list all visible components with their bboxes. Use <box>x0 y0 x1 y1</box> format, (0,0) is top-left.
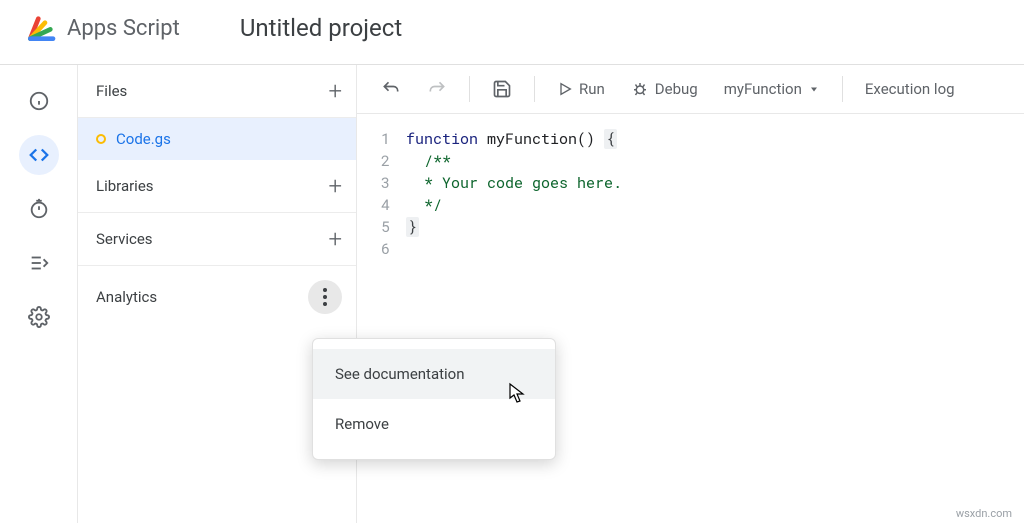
executions-nav-button[interactable] <box>19 243 59 283</box>
project-title[interactable]: Untitled project <box>240 14 402 42</box>
debug-button[interactable]: Debug <box>621 74 708 104</box>
undo-button[interactable] <box>371 73 411 105</box>
add-file-button[interactable]: + <box>328 79 342 103</box>
libraries-label: Libraries <box>96 177 154 195</box>
toolbar-separator <box>842 76 843 102</box>
files-section-header: Files + <box>78 65 356 118</box>
left-nav <box>0 65 78 523</box>
comment: /** <box>406 150 622 172</box>
libraries-section-header: Libraries + <box>78 160 356 213</box>
service-more-button[interactable] <box>308 280 342 314</box>
menu-item-remove[interactable]: Remove <box>313 399 555 449</box>
execution-log-label: Execution log <box>865 80 955 98</box>
execution-log-button[interactable]: Execution log <box>855 74 965 104</box>
run-label: Run <box>579 80 605 98</box>
service-item-analytics[interactable]: Analytics <box>78 266 356 328</box>
brace: { <box>604 129 617 149</box>
code-editor[interactable]: 1 2 3 4 5 6 function myFunction() { /** … <box>357 114 1024 260</box>
service-label: Analytics <box>96 288 157 306</box>
redo-button[interactable] <box>417 73 457 105</box>
toolbar-separator <box>534 76 535 102</box>
function-name: myFunction <box>724 80 802 98</box>
app-header: Apps Script Untitled project <box>0 0 1024 65</box>
unsaved-indicator-icon <box>96 134 106 144</box>
add-service-button[interactable]: + <box>328 227 342 251</box>
file-name: Code.gs <box>116 130 171 148</box>
brace: } <box>406 217 419 237</box>
watermark: wsxdn.com <box>956 507 1012 520</box>
save-button[interactable] <box>482 73 522 105</box>
toolbar-separator <box>469 76 470 102</box>
comment: */ <box>406 194 622 216</box>
run-button[interactable]: Run <box>547 74 615 104</box>
gutter: 1 2 3 4 5 6 <box>357 128 406 260</box>
services-label: Services <box>96 230 153 248</box>
add-library-button[interactable]: + <box>328 174 342 198</box>
files-label: Files <box>96 82 127 100</box>
overview-nav-button[interactable] <box>19 81 59 121</box>
editor-nav-button[interactable] <box>19 135 59 175</box>
line-number: 6 <box>381 238 390 260</box>
triggers-nav-button[interactable] <box>19 189 59 229</box>
line-number: 5 <box>381 216 390 238</box>
function-selector[interactable]: myFunction <box>714 74 830 104</box>
code-text: myFunction() <box>478 129 604 149</box>
toolbar: Run Debug myFunction Execution log <box>357 65 1024 114</box>
file-item-code-gs[interactable]: Code.gs <box>78 118 356 160</box>
debug-label: Debug <box>655 80 698 98</box>
settings-nav-button[interactable] <box>19 297 59 337</box>
cursor-icon <box>508 382 526 404</box>
line-number: 3 <box>381 172 390 194</box>
keyword: function <box>406 129 478 149</box>
apps-script-logo-icon <box>25 12 67 44</box>
line-number: 1 <box>381 128 390 150</box>
source[interactable]: function myFunction() { /** * Your code … <box>406 128 622 260</box>
line-number: 4 <box>381 194 390 216</box>
line-number: 2 <box>381 150 390 172</box>
app-name: Apps Script <box>67 16 180 41</box>
comment: * Your code goes here. <box>406 172 622 194</box>
services-section-header: Services + <box>78 213 356 266</box>
